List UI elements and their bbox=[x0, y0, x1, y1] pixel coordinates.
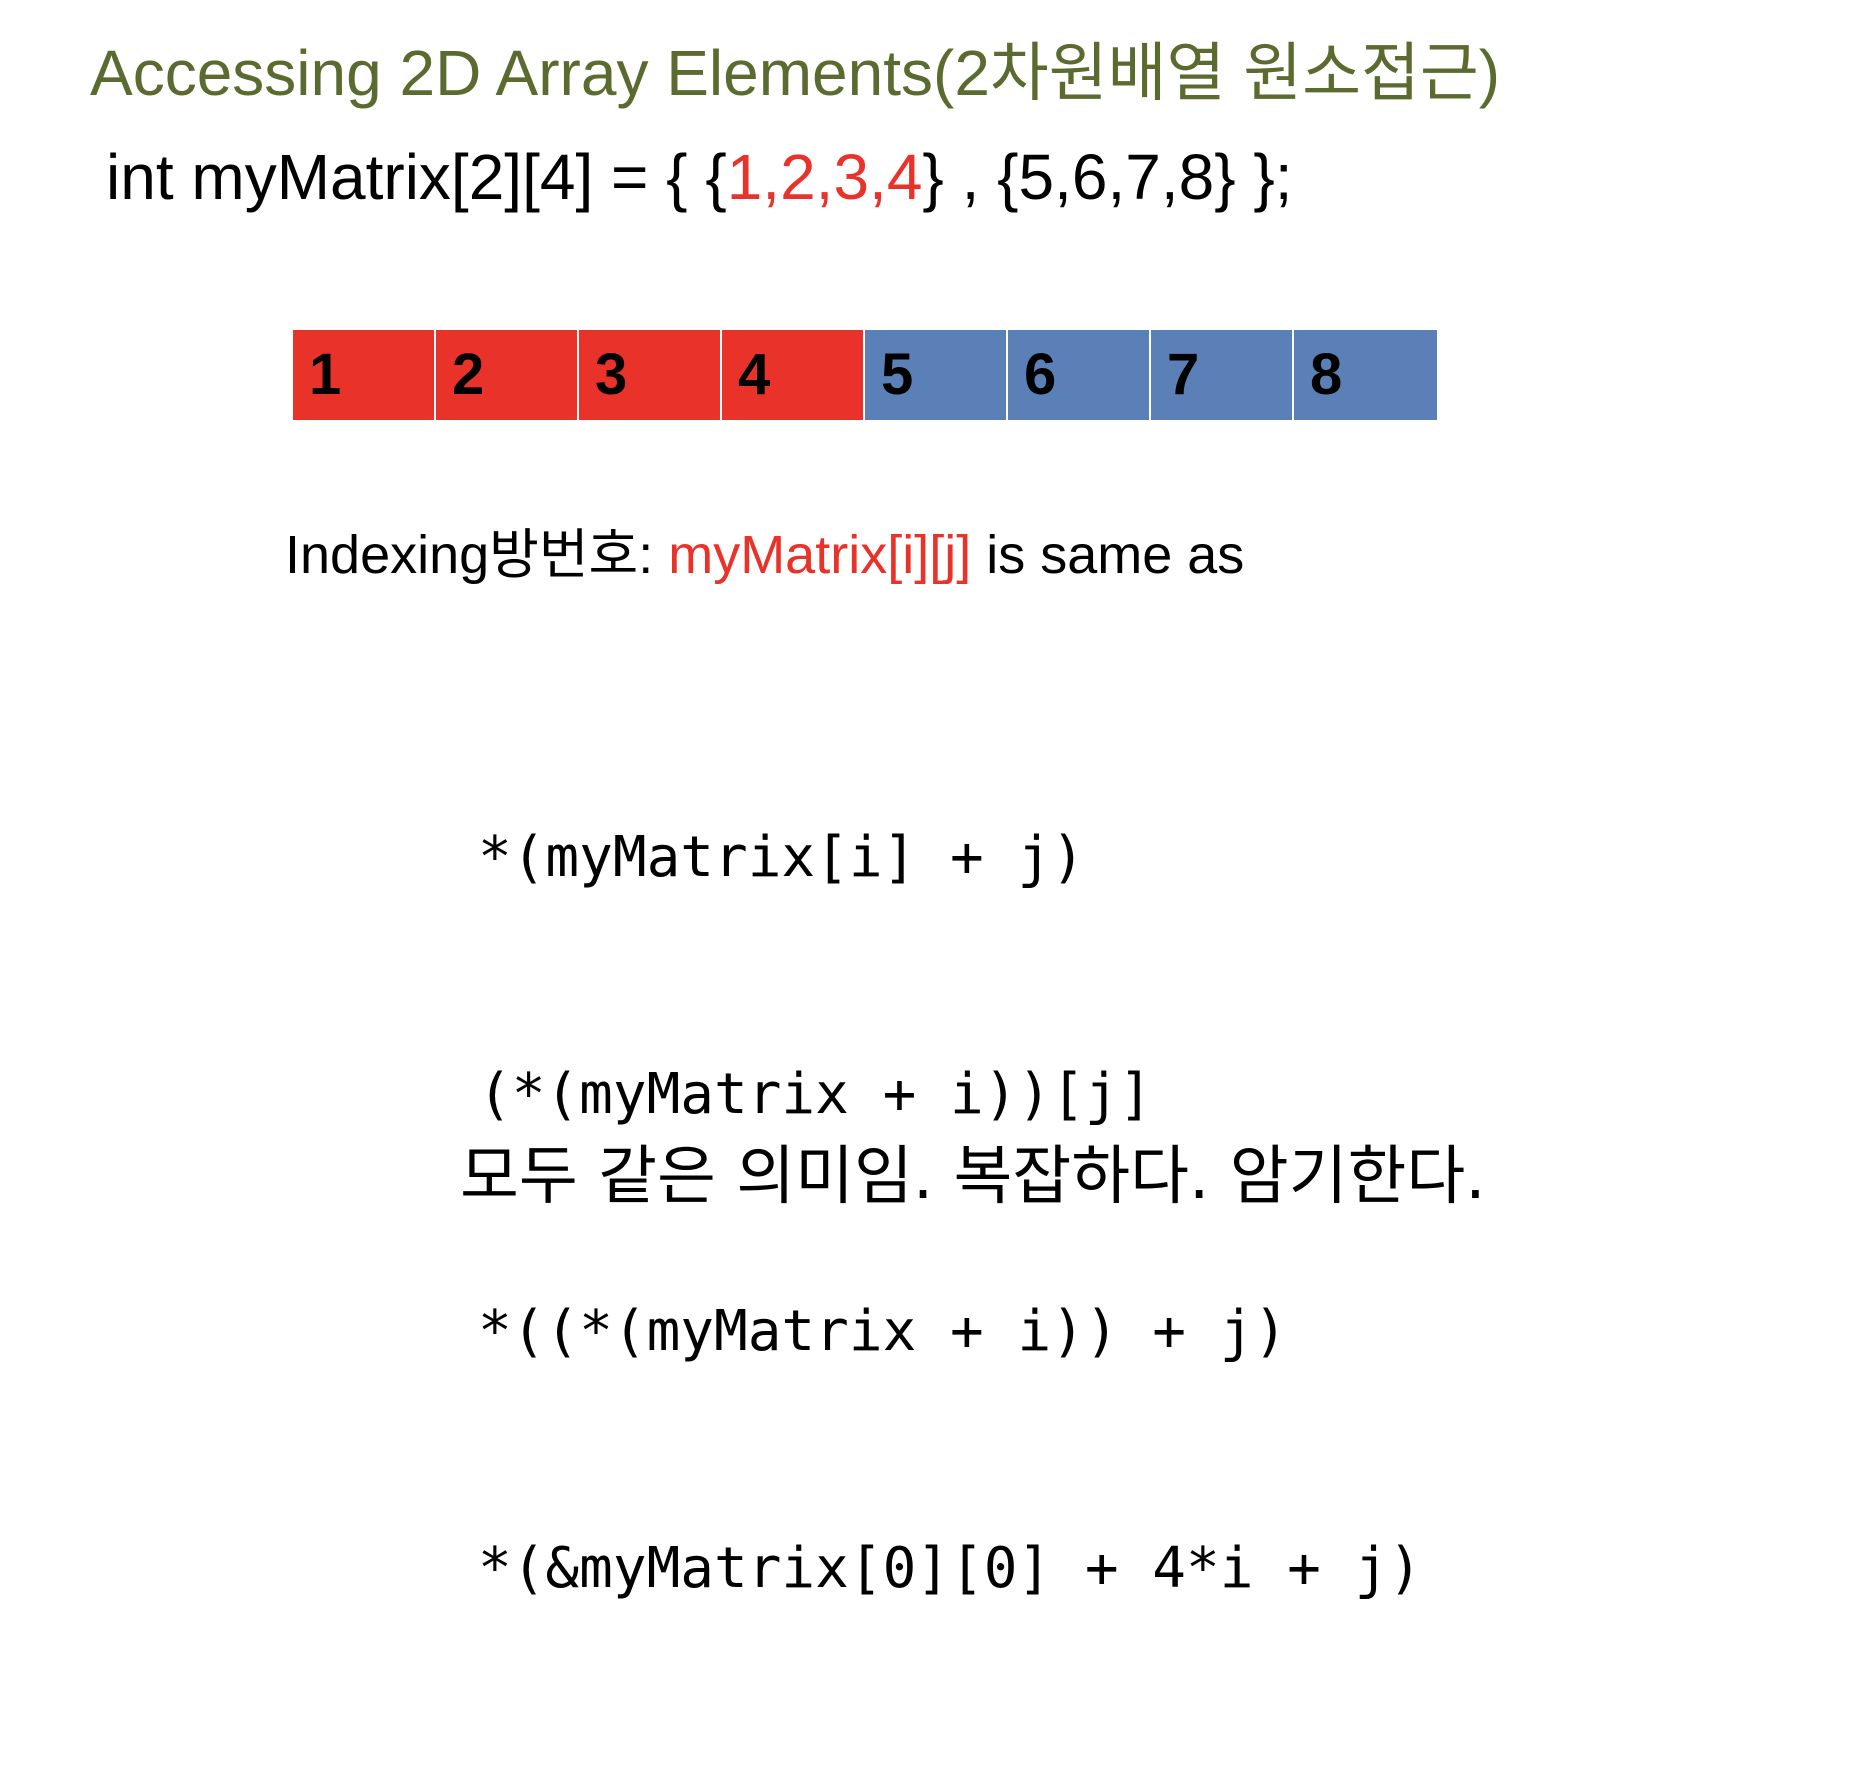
indexing-expression: myMatrix[i][j] bbox=[668, 525, 972, 585]
array-declaration: int myMatrix[2][4] = { {1,2,3,4} , {5,6,… bbox=[106, 140, 1293, 214]
declaration-first-row: 1,2,3,4 bbox=[726, 141, 923, 213]
code-line: *(myMatrix[i] + j) bbox=[478, 825, 1085, 890]
code-line: (*(myMatrix + i))[j] bbox=[478, 1062, 1153, 1127]
memory-cell-value: 3 bbox=[595, 342, 628, 407]
memory-cell: 7 bbox=[1151, 330, 1294, 420]
memory-cell-value: 5 bbox=[881, 342, 914, 407]
slide: Accessing 2D Array Elements(2차원배열 원소접근) … bbox=[0, 0, 1856, 1601]
memory-cell-value: 8 bbox=[1310, 342, 1343, 407]
memory-cell-value: 4 bbox=[738, 342, 771, 407]
memory-cell-value: 7 bbox=[1167, 342, 1200, 407]
memory-layout: 1 2 3 4 5 6 7 8 bbox=[293, 330, 1437, 420]
footer-note: 모두 같은 의미임. 복잡하다. 암기한다. bbox=[460, 1140, 1486, 1214]
memory-cell: 8 bbox=[1294, 330, 1437, 420]
indexing-tail: is same as bbox=[971, 525, 1245, 585]
memory-cell: 1 bbox=[293, 330, 436, 420]
code-line: *(&myMatrix[0][0] + 4*i + j) bbox=[478, 1536, 1423, 1601]
indexing-label: Indexing방번호: bbox=[285, 525, 669, 585]
memory-cell: 5 bbox=[865, 330, 1008, 420]
memory-cell: 2 bbox=[436, 330, 579, 420]
memory-cell-value: 2 bbox=[452, 342, 485, 407]
slide-title: Accessing 2D Array Elements(2차원배열 원소접근) bbox=[90, 37, 1501, 109]
declaration-suffix: } , {5,6,7,8} }; bbox=[922, 141, 1293, 213]
memory-cell-value: 6 bbox=[1024, 342, 1057, 407]
memory-cell-value: 1 bbox=[309, 342, 342, 407]
declaration-prefix: int myMatrix[2][4] = { { bbox=[106, 141, 727, 213]
memory-cell: 6 bbox=[1008, 330, 1151, 420]
memory-cell: 4 bbox=[722, 330, 865, 420]
indexing-statement: Indexing방번호: myMatrix[i][j] is same as bbox=[285, 510, 1244, 589]
code-line: *((*(myMatrix + i)) + j) bbox=[478, 1299, 1288, 1364]
memory-cell: 3 bbox=[579, 330, 722, 420]
